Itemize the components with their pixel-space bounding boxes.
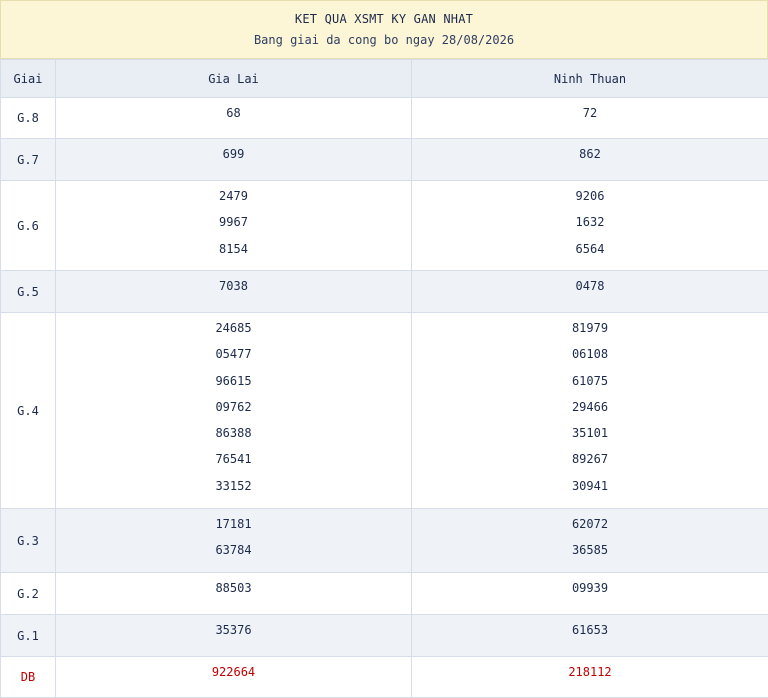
result-cell-gia-lai: 699 xyxy=(56,139,412,181)
result-number: 09762 xyxy=(56,400,411,426)
result-cell-ninh-thuan: 72 xyxy=(412,98,768,139)
number-list: 35376 xyxy=(56,615,411,649)
result-number: 05477 xyxy=(56,347,411,373)
result-cell-ninh-thuan: 0478 xyxy=(412,271,768,313)
result-cell-ninh-thuan: 6207236585 xyxy=(412,509,768,573)
table-row: G.570380478 xyxy=(1,271,768,313)
result-cell-ninh-thuan: 81979061086107529466351018926730941 xyxy=(412,313,768,509)
result-number: 35101 xyxy=(412,426,768,452)
prize-label: G.2 xyxy=(1,573,56,615)
table-row: G.86872 xyxy=(1,98,768,139)
result-number: 1632 xyxy=(412,215,768,241)
result-number: 922664 xyxy=(56,665,411,691)
results-table: Giai Gia Lai Ninh Thuan G.86872G.7699862… xyxy=(0,59,768,698)
result-number: 09939 xyxy=(412,581,768,607)
prize-label: G.6 xyxy=(1,181,56,271)
table-row: G.317181637846207236585 xyxy=(1,509,768,573)
result-cell-ninh-thuan: 218112 xyxy=(412,657,768,698)
result-number: 218112 xyxy=(412,665,768,691)
result-number: 62072 xyxy=(412,517,768,543)
result-cell-ninh-thuan: 09939 xyxy=(412,573,768,615)
table-row: G.13537661653 xyxy=(1,615,768,657)
result-number: 36585 xyxy=(412,543,768,569)
table-row: G.7699862 xyxy=(1,139,768,181)
number-list: 72 xyxy=(412,98,768,132)
number-list: 247999678154 xyxy=(56,181,411,268)
column-header-ninh-thuan: Ninh Thuan xyxy=(412,60,768,98)
table-header-row: Giai Gia Lai Ninh Thuan xyxy=(1,60,768,98)
result-number: 33152 xyxy=(56,479,411,505)
result-number: 699 xyxy=(56,147,411,173)
result-number: 9206 xyxy=(412,189,768,215)
table-row: G.28850309939 xyxy=(1,573,768,615)
result-number: 9967 xyxy=(56,215,411,241)
number-list: 88503 xyxy=(56,573,411,607)
table-row: DB922664218112 xyxy=(1,657,768,698)
result-number: 63784 xyxy=(56,543,411,569)
result-number: 06108 xyxy=(412,347,768,373)
result-number: 6564 xyxy=(412,242,768,268)
prize-label: G.8 xyxy=(1,98,56,139)
number-list: 0478 xyxy=(412,271,768,305)
number-list: 922664 xyxy=(56,657,411,691)
result-number: 35376 xyxy=(56,623,411,649)
result-number: 72 xyxy=(412,106,768,132)
result-number: 2479 xyxy=(56,189,411,215)
result-number: 89267 xyxy=(412,452,768,478)
result-cell-ninh-thuan: 862 xyxy=(412,139,768,181)
result-number: 61075 xyxy=(412,374,768,400)
prize-label: DB xyxy=(1,657,56,698)
result-number: 88503 xyxy=(56,581,411,607)
table-row: G.6247999678154920616326564 xyxy=(1,181,768,271)
result-cell-ninh-thuan: 920616326564 xyxy=(412,181,768,271)
result-cell-gia-lai: 88503 xyxy=(56,573,412,615)
number-list: 920616326564 xyxy=(412,181,768,268)
prize-label: G.7 xyxy=(1,139,56,181)
result-number: 96615 xyxy=(56,374,411,400)
result-number: 0478 xyxy=(412,279,768,305)
result-number: 81979 xyxy=(412,321,768,347)
result-number: 17181 xyxy=(56,517,411,543)
page-subtitle: Bang giai da cong bo ngay 28/08/2026 xyxy=(1,26,767,47)
prize-label: G.4 xyxy=(1,313,56,509)
number-list: 6207236585 xyxy=(412,509,768,570)
result-cell-gia-lai: 68 xyxy=(56,98,412,139)
number-list: 09939 xyxy=(412,573,768,607)
result-number: 30941 xyxy=(412,479,768,505)
result-cell-gia-lai: 922664 xyxy=(56,657,412,698)
number-list: 68 xyxy=(56,98,411,132)
number-list: 7038 xyxy=(56,271,411,305)
number-list: 862 xyxy=(412,139,768,173)
results-panel: KET QUA XSMT KY GAN NHAT Bang giai da co… xyxy=(0,0,768,696)
page-title: KET QUA XSMT KY GAN NHAT xyxy=(1,1,767,26)
result-cell-gia-lai: 35376 xyxy=(56,615,412,657)
prize-label: G.3 xyxy=(1,509,56,573)
number-list: 81979061086107529466351018926730941 xyxy=(412,313,768,505)
result-number: 76541 xyxy=(56,452,411,478)
number-list: 61653 xyxy=(412,615,768,649)
number-list: 24685054779661509762863887654133152 xyxy=(56,313,411,505)
result-number: 61653 xyxy=(412,623,768,649)
result-number: 86388 xyxy=(56,426,411,452)
result-number: 862 xyxy=(412,147,768,173)
result-number: 68 xyxy=(56,106,411,132)
result-cell-ninh-thuan: 61653 xyxy=(412,615,768,657)
number-list: 218112 xyxy=(412,657,768,691)
table-row: G.42468505477966150976286388765413315281… xyxy=(1,313,768,509)
result-number: 24685 xyxy=(56,321,411,347)
number-list: 699 xyxy=(56,139,411,173)
prize-label: G.5 xyxy=(1,271,56,313)
column-header-giai: Giai xyxy=(1,60,56,98)
result-number: 8154 xyxy=(56,242,411,268)
result-cell-gia-lai: 24685054779661509762863887654133152 xyxy=(56,313,412,509)
result-cell-gia-lai: 1718163784 xyxy=(56,509,412,573)
column-header-gia-lai: Gia Lai xyxy=(56,60,412,98)
result-cell-gia-lai: 247999678154 xyxy=(56,181,412,271)
result-number: 7038 xyxy=(56,279,411,305)
results-header: KET QUA XSMT KY GAN NHAT Bang giai da co… xyxy=(0,0,768,59)
number-list: 1718163784 xyxy=(56,509,411,570)
result-number: 29466 xyxy=(412,400,768,426)
prize-label: G.1 xyxy=(1,615,56,657)
result-cell-gia-lai: 7038 xyxy=(56,271,412,313)
